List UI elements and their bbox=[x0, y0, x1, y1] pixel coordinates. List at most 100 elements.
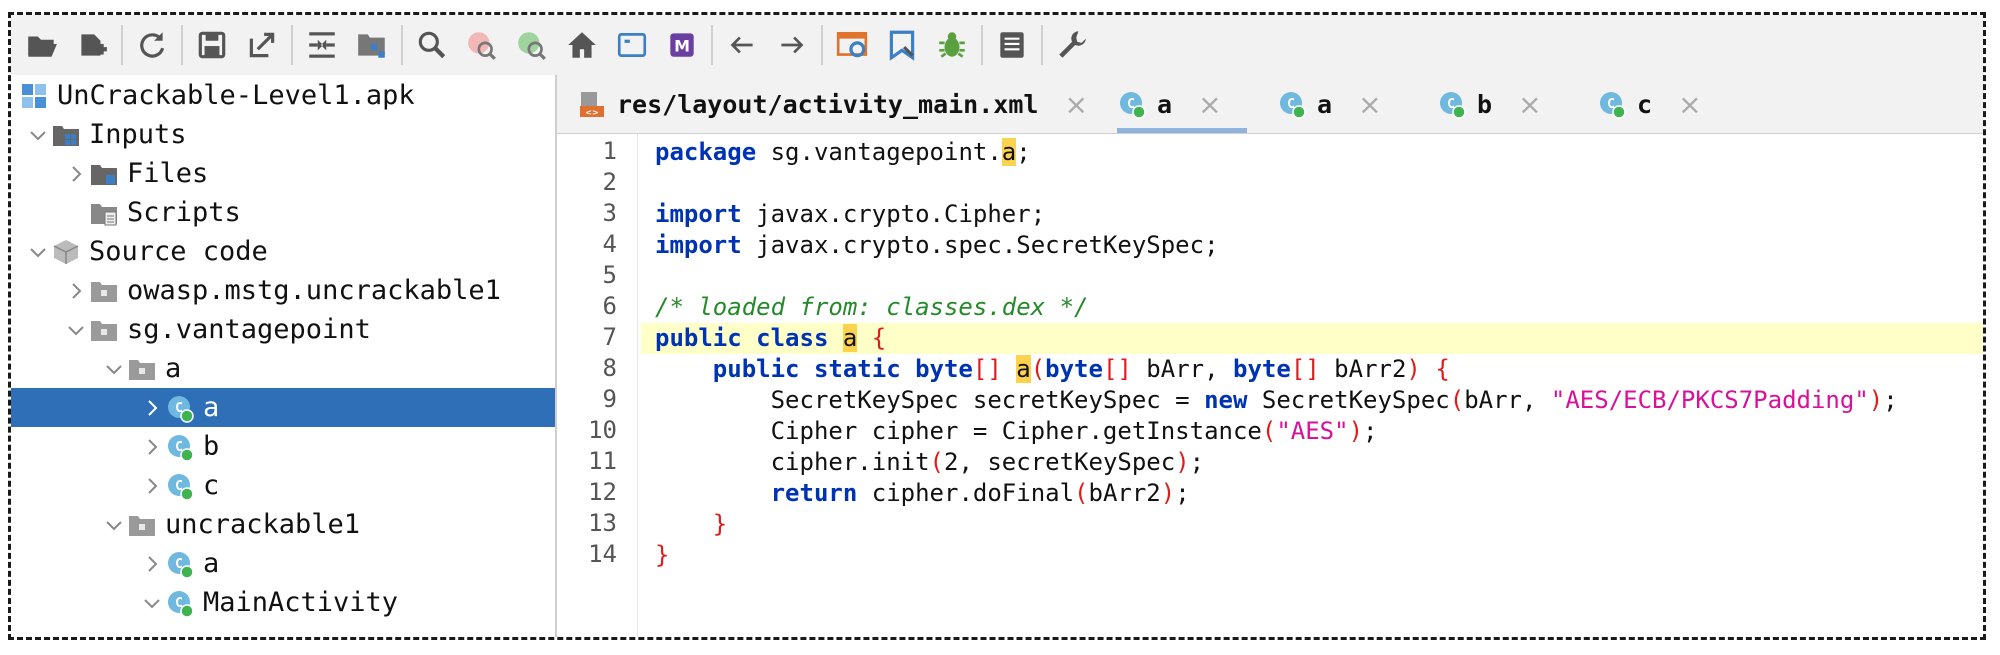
tree-item-label: UnCrackable-Level1.apk bbox=[57, 80, 415, 111]
close-tab-icon[interactable]: × bbox=[1198, 88, 1221, 121]
class-icon: C bbox=[165, 393, 195, 423]
close-tab-icon[interactable]: × bbox=[1358, 88, 1381, 121]
editor-tab[interactable]: Ca × bbox=[1277, 75, 1407, 133]
tree-item[interactable]: C MainActivity bbox=[11, 583, 555, 622]
log-list-icon[interactable] bbox=[987, 20, 1037, 70]
back-arrow-icon[interactable] bbox=[717, 20, 767, 70]
code-line[interactable]: } bbox=[655, 540, 1983, 571]
chevron-down-icon[interactable] bbox=[25, 239, 51, 265]
editor-tab[interactable]: Cb × bbox=[1437, 75, 1567, 133]
log-viewer-icon[interactable] bbox=[607, 20, 657, 70]
tree-item-label: Inputs bbox=[89, 119, 187, 150]
code-token: ; bbox=[1363, 417, 1378, 445]
chevron-down-icon[interactable] bbox=[139, 590, 165, 616]
code-editor[interactable]: 1 2 3 4 5 6 7 8 9 10 11 12 13 14 package sg.vantagepo… bbox=[557, 134, 1983, 637]
code-line[interactable]: public static byte[] a(byte[] bArr, byte… bbox=[655, 354, 1983, 385]
close-tab-icon[interactable]: × bbox=[1518, 88, 1541, 121]
code-line[interactable]: import javax.crypto.Cipher; bbox=[655, 199, 1983, 230]
chevron-right-icon[interactable] bbox=[63, 161, 89, 187]
smali-icon[interactable]: M bbox=[657, 20, 707, 70]
project-tree[interactable]: UnCrackable-Level1.apk Inputs Files Scripts… bbox=[11, 75, 557, 637]
debug-bug-icon[interactable] bbox=[927, 20, 977, 70]
class-icon: C bbox=[165, 432, 195, 462]
home-icon[interactable] bbox=[557, 20, 607, 70]
line-number: 6 bbox=[602, 292, 617, 320]
inputs-icon bbox=[51, 120, 81, 150]
tree-item[interactable]: uncrackable1 bbox=[11, 505, 555, 544]
find-class-icon[interactable] bbox=[457, 20, 507, 70]
code-line[interactable]: /* loaded from: classes.dex */ bbox=[655, 292, 1983, 323]
chevron-right-icon[interactable] bbox=[63, 278, 89, 304]
tree-item[interactable]: Cc bbox=[11, 466, 555, 505]
line-number: 10 bbox=[588, 416, 617, 444]
chevron-right-icon[interactable] bbox=[139, 551, 165, 577]
export-icon[interactable] bbox=[237, 20, 287, 70]
editor-tab[interactable]: <> res/layout/activity_main.xml × bbox=[577, 75, 1088, 133]
editor-tab[interactable]: Ca × bbox=[1117, 75, 1247, 133]
box-icon bbox=[51, 237, 81, 267]
tree-item-label: owasp.mstg.uncrackable1 bbox=[127, 275, 501, 306]
add-files-icon[interactable] bbox=[67, 20, 117, 70]
tree-item-label: Scripts bbox=[127, 197, 241, 228]
deobfuscation-icon[interactable] bbox=[827, 20, 877, 70]
code-line[interactable]: package sg.vantagepoint.a; bbox=[655, 137, 1983, 168]
xml-file-icon: <> bbox=[577, 89, 607, 119]
code-line[interactable]: SecretKeySpec secretKeySpec = new Secret… bbox=[655, 385, 1983, 416]
wrench-settings-icon[interactable] bbox=[1047, 20, 1097, 70]
close-tab-icon[interactable]: × bbox=[1678, 88, 1701, 121]
save-icon[interactable] bbox=[187, 20, 237, 70]
line-number: 8 bbox=[602, 354, 617, 382]
tree-item-label: a bbox=[203, 392, 220, 423]
tree-item[interactable]: Inputs bbox=[11, 115, 555, 154]
tree-item[interactable]: Source code bbox=[11, 232, 555, 271]
quark-icon[interactable] bbox=[877, 20, 927, 70]
chevron-right-icon[interactable] bbox=[139, 434, 165, 460]
code-line[interactable] bbox=[655, 168, 1983, 199]
code-token: bArr2 bbox=[1088, 479, 1161, 507]
code-line[interactable]: return cipher.doFinal(bArr2); bbox=[655, 478, 1983, 509]
tree-item[interactable]: a bbox=[11, 349, 555, 388]
sync-tree-icon[interactable] bbox=[297, 20, 347, 70]
keyword-token: package bbox=[655, 138, 757, 166]
keyword-token: import bbox=[655, 200, 742, 228]
line-number: 3 bbox=[602, 199, 617, 227]
class-file-icon: C bbox=[1277, 89, 1307, 119]
code-line[interactable]: import javax.crypto.spec.SecretKeySpec; bbox=[655, 230, 1983, 261]
tab-label: c bbox=[1637, 89, 1653, 119]
reload-icon[interactable] bbox=[127, 20, 177, 70]
tree-item-label: Source code bbox=[89, 236, 268, 267]
editor-tab[interactable]: Cc × bbox=[1597, 75, 1727, 133]
open-file-icon[interactable] bbox=[17, 20, 67, 70]
chevron-down-icon[interactable] bbox=[101, 356, 127, 382]
bracket-token: [] bbox=[1102, 355, 1132, 383]
code-line[interactable]: } bbox=[655, 509, 1983, 540]
code-token: javax.crypto.spec.SecretKeySpec; bbox=[741, 231, 1219, 259]
tree-item[interactable]: UnCrackable-Level1.apk bbox=[11, 76, 555, 115]
code-token: bArr2 bbox=[1319, 355, 1407, 383]
chevron-down-icon[interactable] bbox=[63, 317, 89, 343]
code-line[interactable]: cipher.init(2, secretKeySpec); bbox=[655, 447, 1983, 478]
tree-item[interactable]: Scripts bbox=[11, 193, 555, 232]
tree-item[interactable]: owasp.mstg.uncrackable1 bbox=[11, 271, 555, 310]
tree-item[interactable]: sg.vantagepoint bbox=[11, 310, 555, 349]
close-tab-icon[interactable]: × bbox=[1064, 88, 1087, 121]
tree-item[interactable]: Files bbox=[11, 154, 555, 193]
tree-item[interactable]: Ca bbox=[11, 544, 555, 583]
chevron-right-icon[interactable] bbox=[139, 473, 165, 499]
find-usage-icon[interactable] bbox=[507, 20, 557, 70]
chevron-down-icon[interactable] bbox=[25, 122, 51, 148]
tree-item-label: uncrackable1 bbox=[165, 509, 361, 540]
flatten-packages-icon[interactable] bbox=[347, 20, 397, 70]
tree-item[interactable]: Cb bbox=[11, 427, 555, 466]
line-number: 12 bbox=[588, 478, 617, 506]
forward-arrow-icon[interactable] bbox=[767, 20, 817, 70]
comment-token: /* loaded from: classes.dex */ bbox=[655, 293, 1089, 321]
code-token: ; bbox=[1175, 479, 1190, 507]
search-icon[interactable] bbox=[407, 20, 457, 70]
chevron-right-icon[interactable] bbox=[139, 395, 165, 421]
code-line[interactable] bbox=[655, 261, 1983, 292]
chevron-down-icon[interactable] bbox=[101, 512, 127, 538]
tree-item[interactable]: Ca bbox=[11, 388, 555, 427]
code-line[interactable]: Cipher cipher = Cipher.getInstance("AES"… bbox=[655, 416, 1983, 447]
code-line[interactable]: public class a { bbox=[641, 323, 1983, 354]
